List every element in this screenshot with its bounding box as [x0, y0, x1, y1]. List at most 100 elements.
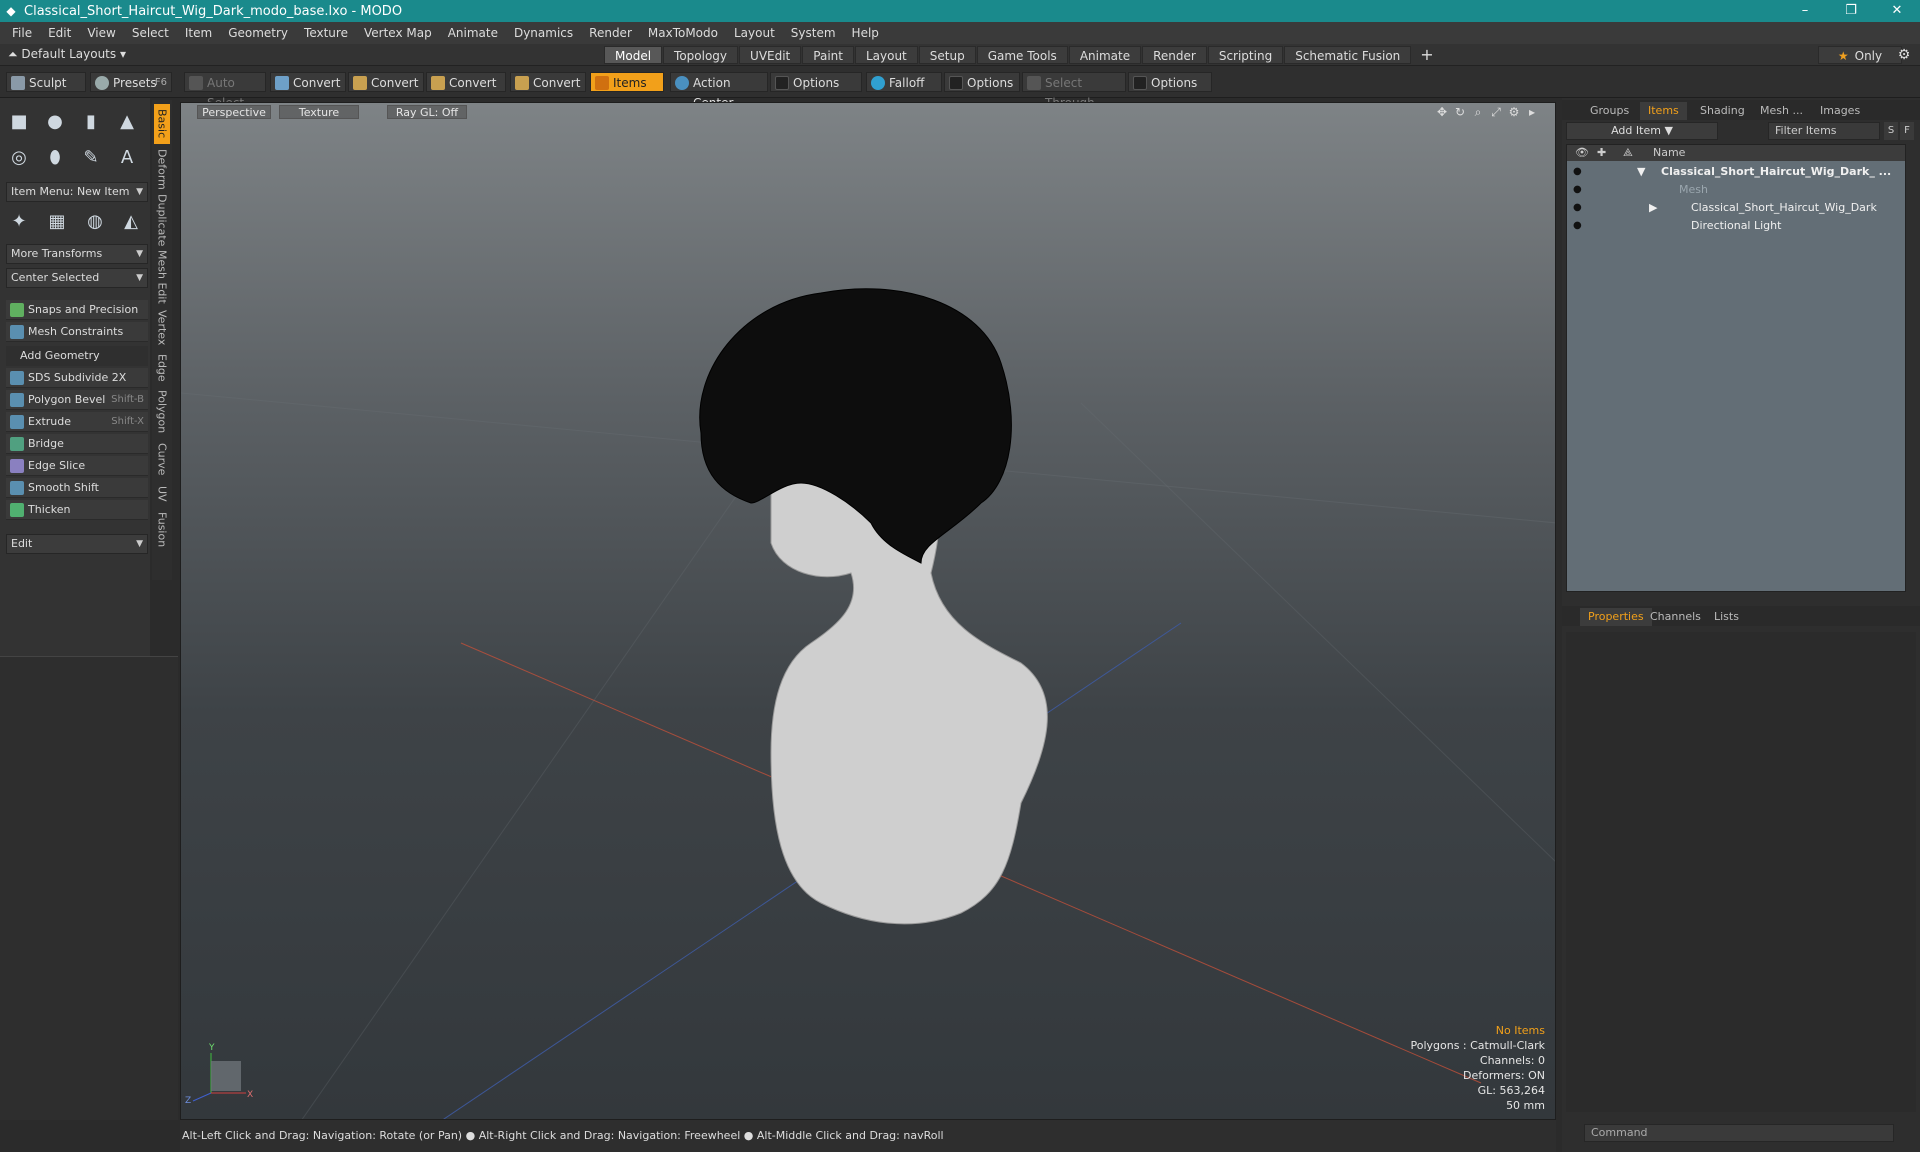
add-layout-tab-button[interactable]: +: [1412, 46, 1441, 64]
tab-animate[interactable]: Animate: [1068, 46, 1142, 64]
options-button-3[interactable]: Options: [1128, 72, 1212, 92]
s-button[interactable]: S: [1884, 122, 1898, 140]
vtab-duplicate[interactable]: Duplicate: [154, 194, 170, 246]
tree-row[interactable]: ● Mesh: [1567, 181, 1905, 199]
minimize-button[interactable]: –: [1782, 0, 1828, 22]
convert-button-4[interactable]: Convert: [510, 72, 586, 92]
tab-model[interactable]: Model: [604, 46, 663, 64]
vtab-edge[interactable]: Edge: [154, 352, 170, 384]
3d-viewport[interactable]: Y X Z Perspective Texture Ray GL: Off ✥ …: [180, 102, 1556, 1120]
tab-properties[interactable]: Properties: [1580, 608, 1652, 626]
tab-topology[interactable]: Topology: [663, 46, 739, 64]
extrude-button[interactable]: Extrude Shift-X: [6, 412, 148, 432]
tree-row[interactable]: ● ▶ Classical_Short_Haircut_Wig_Dark: [1567, 199, 1905, 217]
only-button[interactable]: ★ Only: [1818, 46, 1902, 64]
tab-items[interactable]: Items: [1640, 102, 1687, 120]
convert-button-2[interactable]: Convert: [348, 72, 424, 92]
tab-paint[interactable]: Paint: [802, 46, 854, 64]
filter-items-input[interactable]: Filter Items: [1768, 122, 1880, 140]
menu-animate[interactable]: Animate: [440, 22, 506, 44]
zoom-icon[interactable]: ⌕: [1469, 105, 1487, 119]
tab-shading[interactable]: Shading: [1692, 102, 1753, 120]
menu-file[interactable]: File: [4, 22, 40, 44]
vtab-curve[interactable]: Curve: [154, 440, 170, 478]
falloff-button[interactable]: Falloff: [866, 72, 942, 92]
smooth-shift-button[interactable]: Smooth Shift: [6, 478, 148, 498]
edit-dropdown[interactable]: Edit ▼: [6, 534, 148, 554]
texture-dropdown[interactable]: Texture: [279, 105, 359, 119]
tab-setup[interactable]: Setup: [918, 46, 976, 64]
menu-select[interactable]: Select: [124, 22, 177, 44]
action-center-button[interactable]: Action Center: [670, 72, 768, 110]
transform-icon[interactable]: ✦: [4, 206, 34, 236]
expand-arrow-icon[interactable]: ▶: [1649, 199, 1657, 217]
command-input[interactable]: Command: [1584, 1124, 1894, 1142]
tab-groups[interactable]: Groups: [1582, 102, 1637, 120]
bridge-button[interactable]: Bridge: [6, 434, 148, 454]
vtab-polygon[interactable]: Polygon: [154, 388, 170, 436]
tree-row[interactable]: ● ▼ Classical_Short_Haircut_Wig_Dark_ ..…: [1567, 163, 1905, 181]
vtab-mesh-edit[interactable]: Mesh Edit: [154, 250, 170, 304]
pen-tool-icon[interactable]: ✎: [76, 142, 106, 172]
torus-icon[interactable]: ◎: [4, 142, 34, 172]
menu-edit[interactable]: Edit: [40, 22, 79, 44]
maximize-button[interactable]: ❐: [1828, 0, 1874, 22]
orbit-icon[interactable]: ↻: [1451, 105, 1469, 119]
cube-icon[interactable]: ■: [4, 106, 34, 136]
move-icon[interactable]: ✥: [1433, 105, 1451, 119]
raygl-dropdown[interactable]: Ray GL: Off: [387, 105, 467, 119]
eye-icon[interactable]: ●: [1573, 181, 1585, 199]
presets-button[interactable]: Presets F6: [90, 72, 172, 92]
menu-maxtomodo[interactable]: MaxToModo: [640, 22, 726, 44]
menu-geometry[interactable]: Geometry: [220, 22, 296, 44]
eye-icon[interactable]: ●: [1573, 163, 1585, 181]
maximize-icon[interactable]: ⤢: [1487, 105, 1505, 119]
menu-view[interactable]: View: [79, 22, 123, 44]
menu-dynamics[interactable]: Dynamics: [506, 22, 581, 44]
sds-subdivide-button[interactable]: SDS Subdivide 2X: [6, 368, 148, 388]
add-item-dropdown[interactable]: Add Item ▼: [1566, 122, 1718, 140]
tab-schematic-fusion[interactable]: Schematic Fusion: [1284, 46, 1412, 64]
options-button-1[interactable]: Options: [770, 72, 862, 92]
tab-layout[interactable]: Layout: [854, 46, 918, 64]
tab-uvedit[interactable]: UVEdit: [739, 46, 802, 64]
menu-vertex-map[interactable]: Vertex Map: [356, 22, 440, 44]
vtab-vertex[interactable]: Vertex: [154, 308, 170, 348]
convert-button-1[interactable]: Convert: [270, 72, 346, 92]
f-button[interactable]: F: [1900, 122, 1914, 140]
tab-channels[interactable]: Channels: [1642, 608, 1709, 626]
tree-row[interactable]: ● Directional Light: [1567, 217, 1905, 235]
select-through-button[interactable]: Select Through: [1022, 72, 1126, 110]
eye-icon[interactable]: ●: [1573, 217, 1585, 235]
tab-images[interactable]: Images: [1812, 102, 1868, 120]
grid-icon[interactable]: ▦: [42, 206, 72, 236]
expand-arrow-icon[interactable]: ▸: [1523, 105, 1541, 119]
name-column-header[interactable]: Name: [1653, 145, 1685, 161]
settings-icon[interactable]: ⚙: [1505, 105, 1523, 119]
vtab-basic[interactable]: Basic: [154, 104, 170, 144]
cone-icon[interactable]: ▲: [112, 106, 142, 136]
mesh-constraints-button[interactable]: Mesh Constraints: [6, 322, 148, 342]
vtab-uv[interactable]: UV: [154, 482, 170, 506]
scale-icon[interactable]: ◭: [116, 206, 146, 236]
sculpt-button[interactable]: Sculpt: [6, 72, 86, 92]
gear-icon[interactable]: ⚙: [1894, 46, 1914, 64]
tab-scripting[interactable]: Scripting: [1207, 46, 1284, 64]
options-button-2[interactable]: Options: [944, 72, 1020, 92]
add-geometry-header[interactable]: Add Geometry: [6, 346, 148, 366]
menu-help[interactable]: Help: [844, 22, 887, 44]
polygon-bevel-button[interactable]: Polygon Bevel Shift-B: [6, 390, 148, 410]
close-button[interactable]: ✕: [1874, 0, 1920, 22]
tab-mesh[interactable]: Mesh ...: [1752, 102, 1811, 120]
auto-select-button[interactable]: Auto Select: [184, 72, 266, 110]
edge-slice-button[interactable]: Edge Slice: [6, 456, 148, 476]
perspective-dropdown[interactable]: Perspective: [197, 105, 271, 119]
expand-arrow-icon[interactable]: ▼: [1637, 163, 1645, 181]
items-button[interactable]: Items: [590, 72, 664, 92]
more-transforms-dropdown[interactable]: More Transforms ▼: [6, 244, 148, 264]
rotate-icon[interactable]: ◍: [80, 206, 110, 236]
tab-render[interactable]: Render: [1142, 46, 1207, 64]
sphere-icon[interactable]: ●: [40, 106, 70, 136]
menu-texture[interactable]: Texture: [296, 22, 356, 44]
capsule-icon[interactable]: ⬮: [40, 142, 70, 172]
